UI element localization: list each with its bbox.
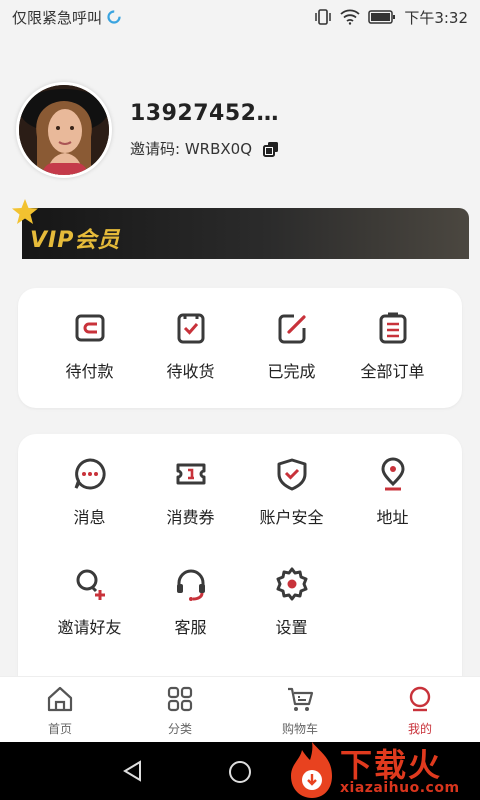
profile-icon (409, 686, 431, 712)
coupon-icon (176, 463, 205, 485)
carrier-text: 仅限紧急呼叫 (12, 8, 103, 27)
profile-header: 13927452… 邀请码: WRBX0Q (16, 82, 280, 178)
flame-logo-icon (291, 742, 332, 798)
home-icon (47, 686, 73, 712)
order-completed[interactable]: 已完成 (236, 310, 347, 382)
orders-icon (379, 312, 406, 344)
tab-label: 购物车 (281, 722, 318, 736)
home-button-icon[interactable] (228, 760, 252, 784)
invite-code: WRBX0Q (184, 140, 253, 158)
service-label: 地址 (376, 508, 409, 527)
settings-icon (276, 567, 307, 601)
invite-label: 邀请码: (130, 140, 181, 158)
headset-icon (176, 569, 205, 601)
clock-text: 下午3:32 (404, 8, 468, 27)
invite-friend-icon (76, 569, 105, 600)
tab-profile[interactable]: 我的 (360, 677, 480, 743)
services-card: 消息 消费券 账户安全 地址 邀请好友 客服 设置 (18, 434, 462, 694)
avatar[interactable] (16, 82, 112, 178)
invite-code-row: 邀请码: WRBX0Q (130, 138, 280, 159)
wifi-icon (340, 9, 360, 25)
order-all[interactable]: 全部订单 (337, 310, 448, 382)
tab-category[interactable]: 分类 (120, 677, 240, 743)
service-label: 邀请好友 (57, 618, 122, 637)
service-label: 消费券 (166, 508, 215, 527)
bottom-tab-bar: 首页 分类 购物车 我的 (0, 676, 480, 743)
copy-icon[interactable] (262, 140, 280, 158)
tab-label: 分类 (167, 722, 192, 736)
tab-cart[interactable]: 购物车 (240, 677, 360, 743)
watermark: 下载火 xiazaihuo.com (282, 738, 480, 800)
tab-label: 我的 (407, 722, 432, 736)
service-account-security[interactable]: 账户安全 (236, 456, 347, 528)
order-label: 已完成 (267, 362, 316, 381)
cart-icon (288, 687, 314, 711)
order-pending-receipt[interactable]: 待收货 (135, 310, 246, 382)
orders-card: 待付款 待收货 已完成 全部订单 (18, 288, 462, 408)
service-address[interactable]: 地址 (337, 456, 448, 528)
receive-icon (177, 313, 204, 344)
service-label: 账户安全 (259, 508, 324, 527)
vip-label: VIP会员 (30, 228, 121, 253)
service-label: 设置 (275, 618, 308, 637)
back-icon[interactable] (122, 760, 144, 782)
location-icon (380, 457, 405, 491)
watermark-url: xiazaihuo.com (340, 780, 460, 796)
tab-label: 首页 (47, 722, 72, 736)
order-label: 待收货 (166, 362, 215, 381)
loading-icon (107, 10, 121, 24)
order-label: 待付款 (65, 362, 114, 381)
order-pending-payment[interactable]: 待付款 (34, 310, 145, 382)
service-coupons[interactable]: 消费券 (135, 456, 246, 528)
service-messages[interactable]: 消息 (34, 456, 145, 528)
battery-icon (368, 10, 396, 24)
completed-icon (278, 314, 306, 344)
category-icon (167, 686, 193, 712)
tab-home[interactable]: 首页 (0, 677, 120, 743)
service-customer-support[interactable]: 客服 (135, 566, 246, 638)
order-label: 全部订单 (360, 362, 425, 381)
vibrate-icon (315, 9, 332, 25)
service-label: 消息 (73, 508, 106, 527)
phone-number: 13927452… (130, 101, 279, 126)
status-bar: 仅限紧急呼叫 下午3:32 (0, 0, 480, 34)
wallet-icon (75, 314, 104, 342)
shield-icon (277, 458, 306, 491)
message-icon (74, 458, 106, 490)
service-settings[interactable]: 设置 (236, 566, 347, 638)
service-invite-friends[interactable]: 邀请好友 (34, 566, 145, 638)
service-label: 客服 (174, 618, 207, 637)
